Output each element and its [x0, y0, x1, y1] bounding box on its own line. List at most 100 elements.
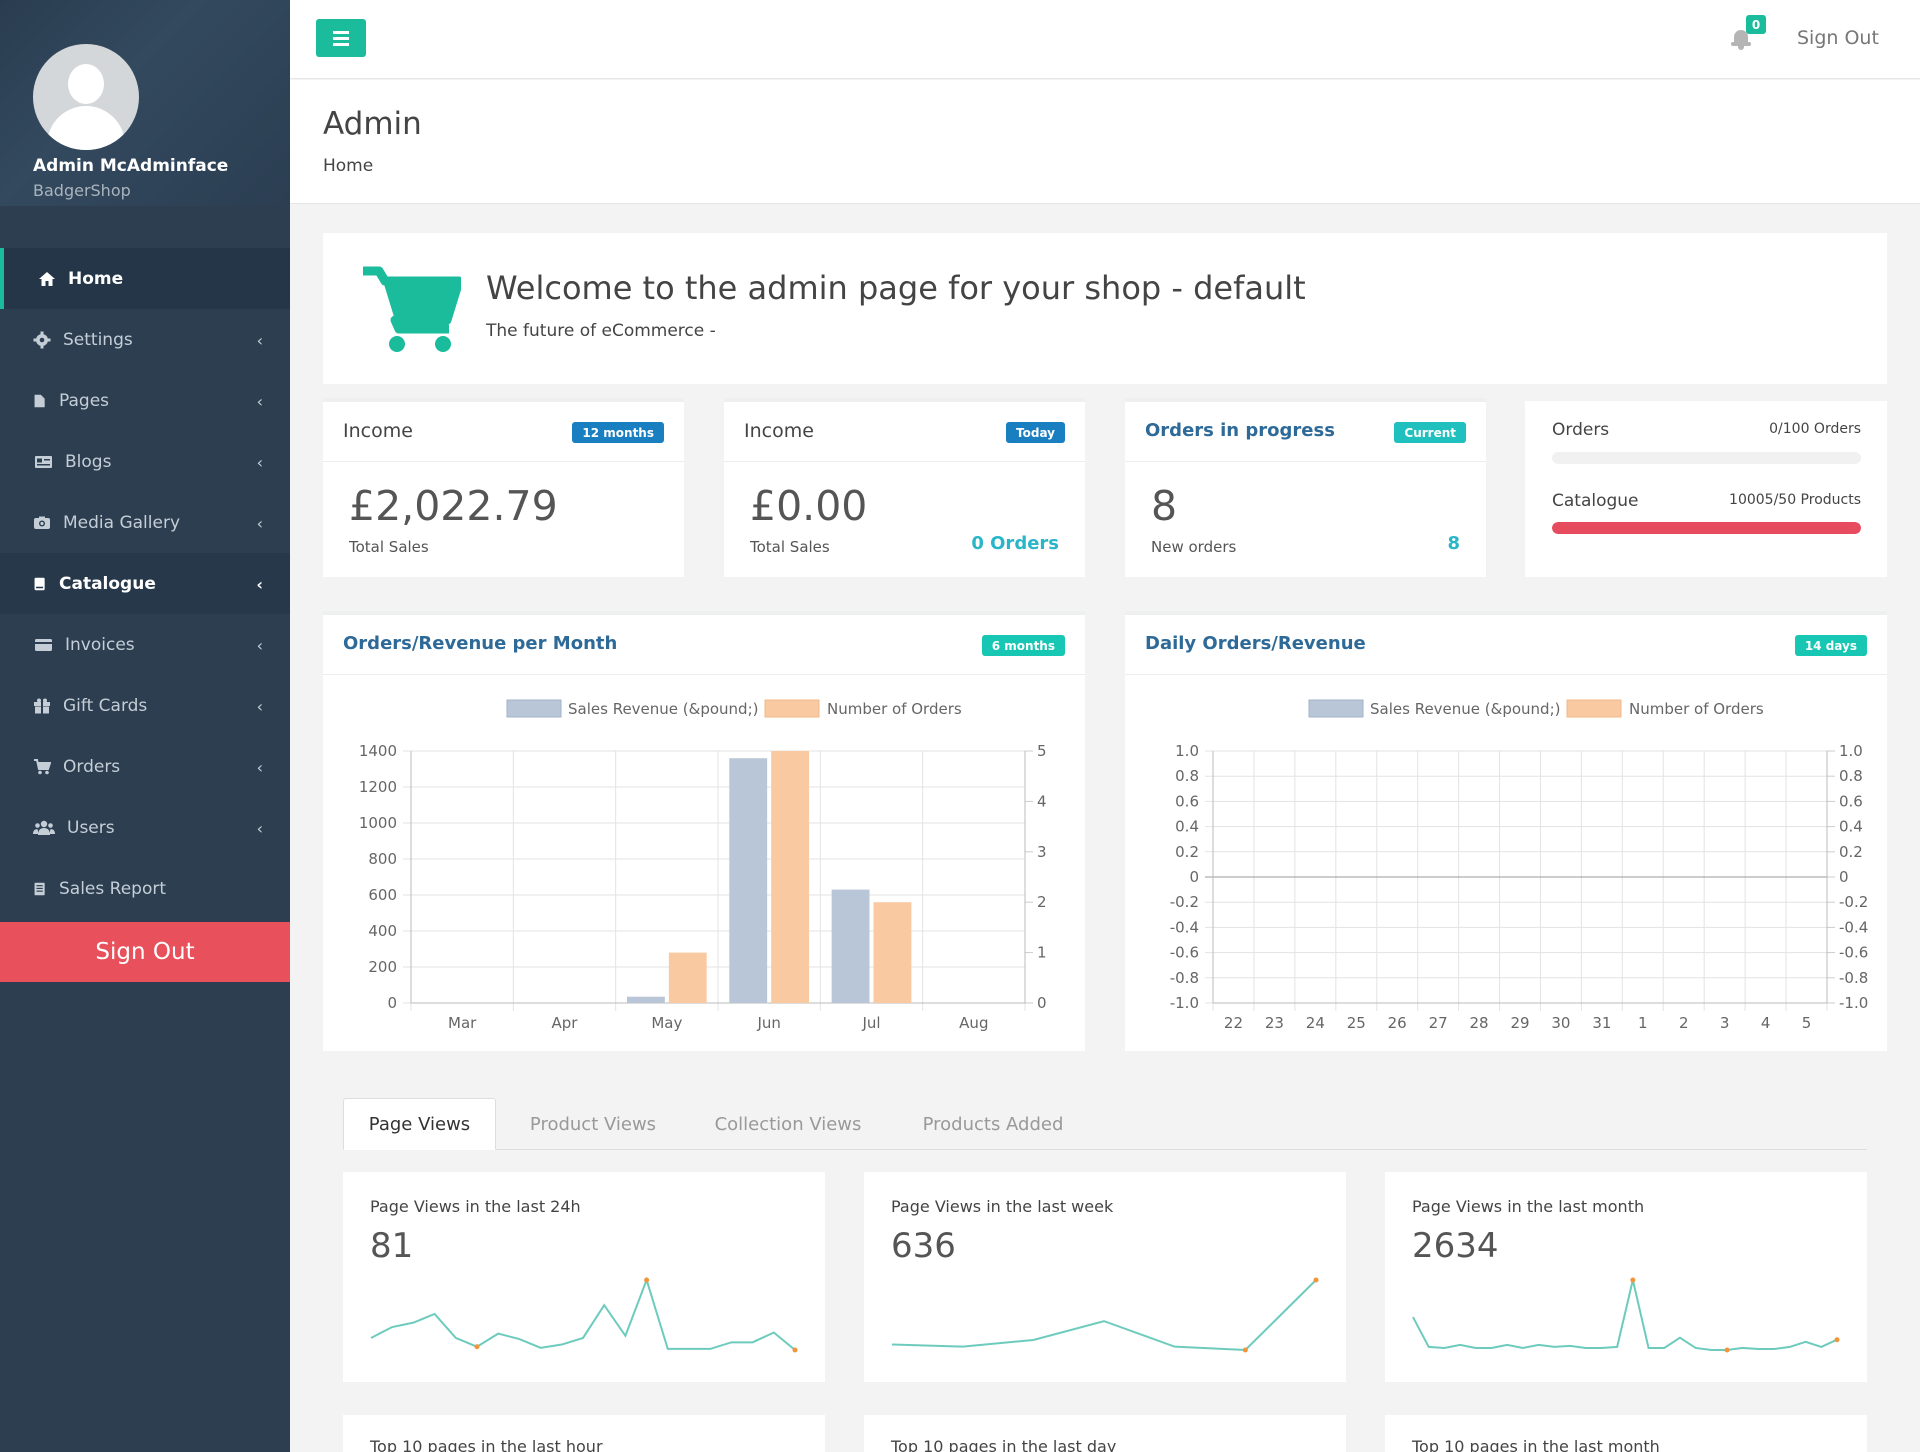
tab-page-views[interactable]: Page Views: [343, 1098, 496, 1150]
page-views-month-card: Page Views in the last month 2634: [1385, 1172, 1867, 1382]
sidebar-item-sales-report[interactable]: Sales Report: [0, 858, 290, 919]
sparkline-point: [644, 1277, 650, 1283]
sidebar-item-settings[interactable]: Settings ‹: [0, 309, 290, 370]
total-sales-label: Total Sales: [349, 538, 429, 556]
period-badge: Today: [1006, 422, 1065, 443]
sidebar-sign-out-button[interactable]: Sign Out: [0, 922, 290, 982]
y-tick-label-left: -0.4: [1170, 918, 1199, 936]
x-tick-label: May: [651, 1014, 682, 1032]
card-title[interactable]: Orders in progress: [1145, 420, 1335, 441]
chevron-left-icon: ‹: [256, 331, 263, 350]
welcome-subtitle: The future of eCommerce -: [486, 321, 716, 341]
legend-label-revenue: Sales Revenue (&pound;): [1370, 700, 1560, 718]
breadcrumb[interactable]: Home: [323, 156, 373, 176]
sidebar-item-label: Sales Report: [59, 878, 167, 899]
total-sales-label: Total Sales: [750, 538, 830, 556]
y-tick-label-right: 0.8: [1839, 767, 1863, 785]
y-tick-label-left: 0.2: [1175, 843, 1199, 861]
chevron-left-icon: ‹: [256, 758, 263, 777]
page-title: Admin: [323, 106, 422, 142]
sidebar-item-label: Invoices: [65, 634, 135, 655]
camera-icon: [34, 516, 50, 529]
y-tick-label-right: 3: [1037, 843, 1047, 861]
monthly-bar-chart: Sales Revenue (&pound;) Number of Orders 0…: [359, 699, 1047, 1032]
sidebar-item-pages[interactable]: Pages ‹: [0, 370, 290, 431]
top10-title: Top 10 pages in the last day: [891, 1437, 1117, 1452]
catalogue-limit-value: 10005/50 Products: [1729, 492, 1861, 508]
y-tick-label-right: 0: [1037, 994, 1047, 1012]
x-tick-label: 27: [1429, 1014, 1448, 1032]
sidebar-item-orders[interactable]: Orders ‹: [0, 736, 290, 797]
y-tick-label-left: 1000: [359, 814, 397, 832]
sidebar-item-media-gallery[interactable]: Media Gallery ‹: [0, 492, 290, 553]
card-title: Income: [744, 420, 814, 442]
y-tick-label-left: -0.6: [1170, 944, 1199, 962]
new-orders-link[interactable]: 8: [1447, 533, 1460, 554]
sidebar-item-label: Settings: [63, 329, 133, 350]
sidebar-item-label: Pages: [59, 390, 110, 411]
y-tick-label-right: 0.2: [1839, 843, 1863, 861]
sparkline-month: [1412, 1277, 1840, 1353]
bar-revenue: [626, 996, 665, 1003]
bar-orders: [873, 902, 912, 1003]
y-tick-label-right: 5: [1037, 742, 1047, 760]
catalogue-progress-fill: [1552, 522, 1861, 534]
sparkline-point: [1242, 1347, 1248, 1353]
sparkline-24h: [370, 1276, 798, 1353]
top10-title: Top 10 pages in the last month: [1412, 1437, 1660, 1452]
sparkline-path: [1412, 1279, 1838, 1351]
income-today-card: Income Today £0.00 Total Sales 0 Orders: [724, 398, 1085, 577]
y-tick-label-left: -0.2: [1170, 893, 1199, 911]
income-year-card: Income 12 months £2,022.79 Total Sales: [323, 398, 684, 577]
y-tick-label-left: 0: [1189, 868, 1199, 886]
period-badge: 14 days: [1794, 635, 1867, 656]
page-header: Admin Home: [290, 80, 1920, 204]
y-tick-label-right: 1.0: [1839, 742, 1863, 760]
sidebar-item-invoices[interactable]: Invoices ‹: [0, 614, 290, 675]
x-tick-label: Jun: [756, 1014, 780, 1032]
y-tick-label-right: -0.4: [1839, 918, 1868, 936]
orders-link[interactable]: 0 Orders: [971, 533, 1059, 554]
top-bar: 0 Sign Out: [290, 0, 1920, 79]
orders-limit-label: Orders: [1552, 420, 1610, 440]
y-tick-label-left: 0.8: [1175, 767, 1199, 785]
bar-revenue: [729, 758, 768, 1003]
x-tick-label: Jul: [861, 1014, 880, 1032]
y-tick-label-right: 0.4: [1839, 818, 1863, 836]
y-tick-label-left: -1.0: [1170, 994, 1199, 1012]
y-tick-label-left: 0: [387, 994, 397, 1012]
y-tick-label-left: 1200: [359, 778, 397, 796]
top-sign-out-link[interactable]: Sign Out: [1797, 27, 1879, 49]
sidebar-item-home[interactable]: Home: [0, 248, 290, 309]
y-tick-label-left: 0.6: [1175, 792, 1199, 810]
x-tick-label: 4: [1761, 1014, 1771, 1032]
home-icon: [39, 271, 55, 286]
user-panel: Admin McAdminface BadgerShop: [0, 0, 290, 206]
sidebar-item-users[interactable]: Users ‹: [0, 797, 290, 858]
x-tick-label: 1: [1638, 1014, 1648, 1032]
y-tick-label-right: -0.6: [1839, 944, 1868, 962]
tab-product-views[interactable]: Product Views: [503, 1098, 683, 1150]
page-views-week-card: Page Views in the last week 636: [864, 1172, 1346, 1382]
sidebar-item-gift-cards[interactable]: Gift Cards ‹: [0, 675, 290, 736]
menu-toggle-button[interactable]: [316, 19, 366, 57]
tab-products-added[interactable]: Products Added: [893, 1098, 1093, 1150]
sparkline-point: [792, 1347, 798, 1353]
x-tick-label: Apr: [552, 1014, 579, 1032]
orders-limit-value: 0/100 Orders: [1769, 421, 1861, 437]
newspaper-icon: [35, 455, 52, 468]
user-shop: BadgerShop: [33, 181, 131, 200]
x-tick-label: 31: [1592, 1014, 1611, 1032]
chevron-left-icon: ‹: [256, 575, 263, 594]
sidebar-item-catalogue[interactable]: Catalogue ‹: [0, 553, 290, 614]
sparkline-path: [891, 1279, 1317, 1352]
book-icon: [34, 577, 45, 590]
legend-swatch-revenue: [506, 699, 562, 718]
new-orders-value: 8: [1151, 482, 1178, 530]
sidebar-item-blogs[interactable]: Blogs ‹: [0, 431, 290, 492]
chevron-left-icon: ‹: [256, 819, 263, 838]
top10-day-card: Top 10 pages in the last day: [864, 1415, 1346, 1452]
x-tick-label: 5: [1802, 1014, 1812, 1032]
orders-in-progress-card: Orders in progress Current 8 New orders …: [1125, 398, 1486, 577]
tab-collection-views[interactable]: Collection Views: [688, 1098, 888, 1150]
